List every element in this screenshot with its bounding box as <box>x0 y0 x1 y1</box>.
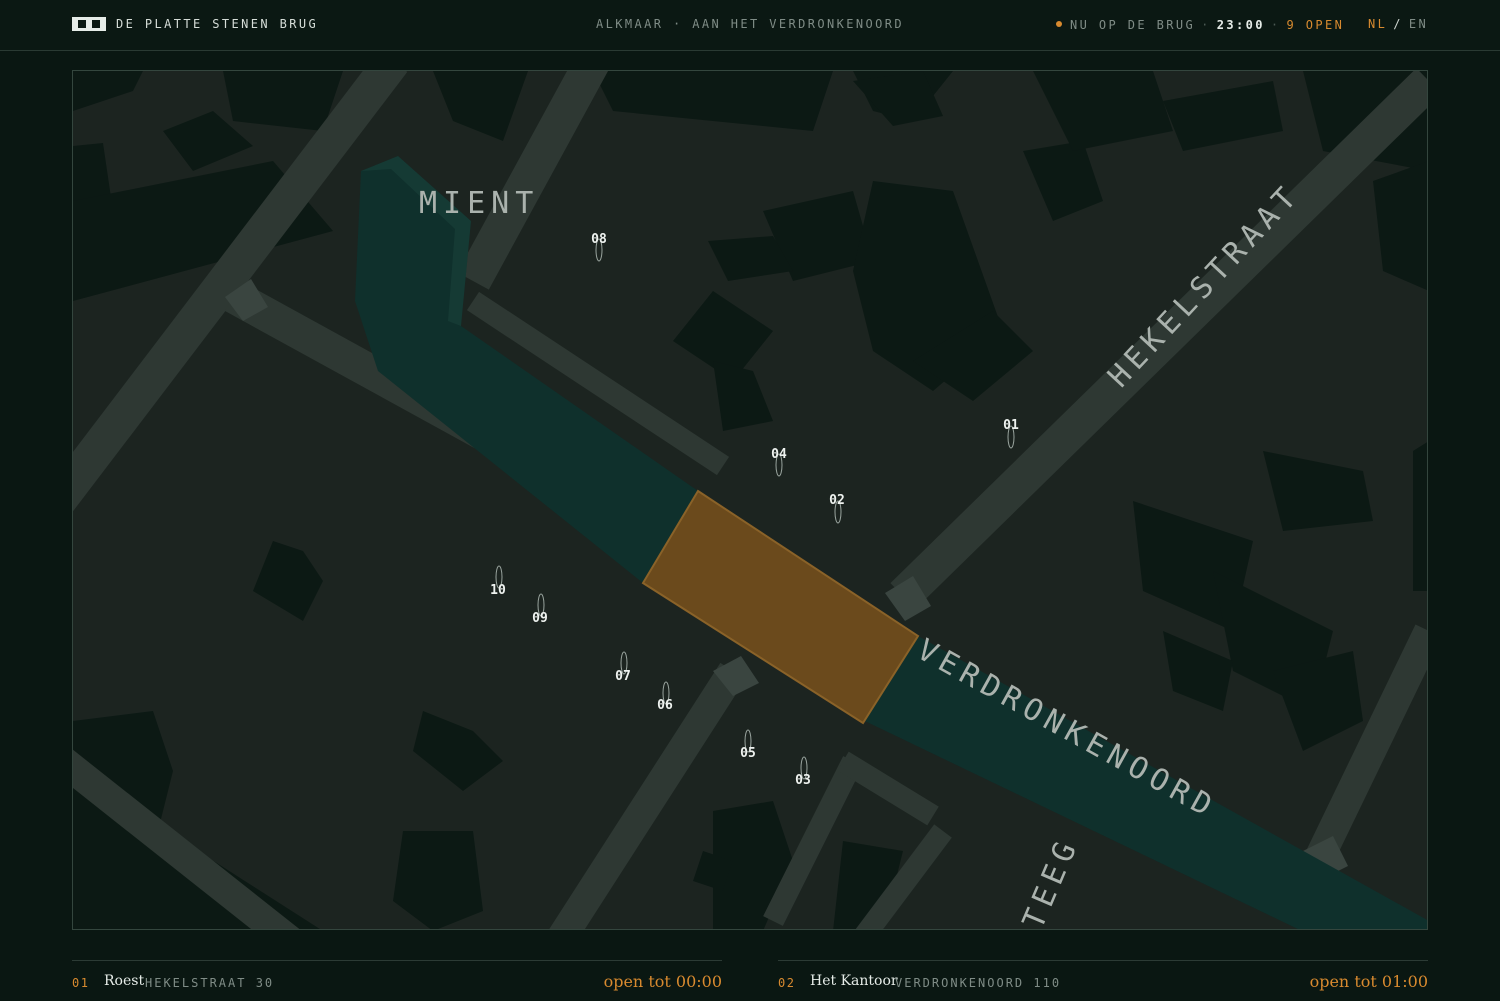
venue-row[interactable]: 01 Roest HEKELSTRAAT 30 open tot 00:00 <box>72 960 722 1001</box>
svg-text:02: 02 <box>829 493 845 508</box>
svg-text:05: 05 <box>740 746 756 761</box>
venue-number: 01 <box>72 976 90 990</box>
venue-address: HEKELSTRAAT 30 <box>145 976 275 990</box>
venue-name[interactable]: Roest <box>104 973 144 989</box>
current-time: 23:00 <box>1216 18 1265 32</box>
svg-text:10: 10 <box>490 583 506 598</box>
svg-text:07: 07 <box>615 669 631 684</box>
svg-text:04: 04 <box>771 447 787 462</box>
open-count: 9 OPEN <box>1286 18 1345 32</box>
live-status: NU OP DE BRUG · 23:00 · 9 OPEN <box>1056 18 1344 32</box>
venue-name[interactable]: Het Kantoor <box>810 973 898 989</box>
top-bar: DE PLATTE STENEN BRUG ALKMAAR · AAN HET … <box>0 0 1500 51</box>
svg-text:03: 03 <box>795 773 811 788</box>
svg-text:09: 09 <box>532 611 548 626</box>
venue-address: VERDRONKENOORD 110 <box>895 976 1062 990</box>
venue-hours: open tot 01:00 <box>1309 972 1428 991</box>
svg-text:01: 01 <box>1003 418 1019 433</box>
lang-nl-button[interactable]: NL <box>1368 17 1387 31</box>
lang-en-button[interactable]: EN <box>1409 17 1428 31</box>
map-view[interactable]: MIENT HEKELSTRAAT VERDRONKENOORD TEEG 01… <box>72 70 1428 930</box>
svg-text:06: 06 <box>657 698 673 713</box>
live-dot-icon <box>1056 20 1062 27</box>
venue-number: 02 <box>778 976 796 990</box>
lang-divider: / <box>1393 17 1403 31</box>
venue-row[interactable]: 02 Het Kantoor VERDRONKENOORD 110 open t… <box>778 960 1428 1001</box>
street-label-mient: MIENT <box>419 186 539 221</box>
language-switcher: NL / EN <box>1368 17 1428 31</box>
svg-text:08: 08 <box>591 232 607 247</box>
status-label: NU OP DE BRUG <box>1070 18 1196 32</box>
venue-hours: open tot 00:00 <box>603 972 722 991</box>
map-canvas[interactable]: MIENT HEKELSTRAAT VERDRONKENOORD TEEG 01… <box>73 71 1428 930</box>
